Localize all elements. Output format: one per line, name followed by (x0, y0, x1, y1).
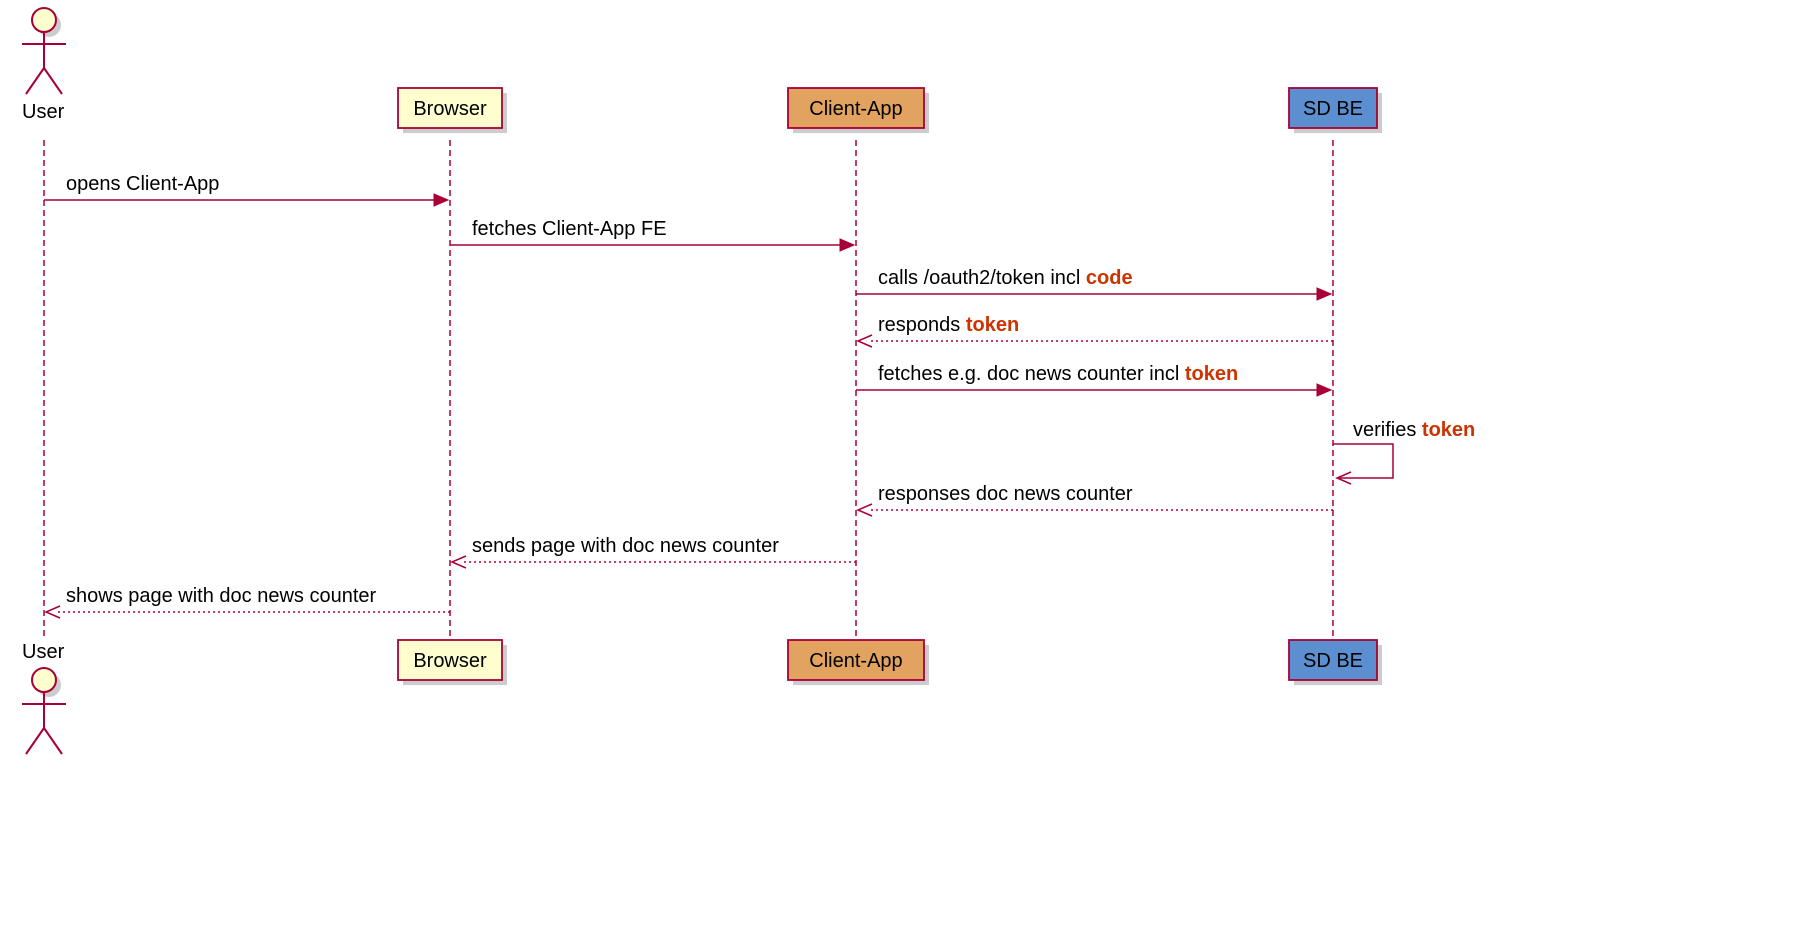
participant-browser-top: Browser (398, 88, 507, 133)
participant-clientapp-top-label: Client-App (809, 98, 902, 120)
sequence-diagram: User Browser Client-App SD BE Browser Client-… (0, 0, 1500, 783)
message-label: responses doc news counter (878, 483, 1133, 505)
message-label: fetches Client-App FE (472, 218, 667, 240)
message-label: verifies token (1353, 419, 1475, 441)
participant-browser-bottom-label: Browser (413, 650, 487, 672)
message-label: fetches e.g. doc news counter incl token (878, 363, 1238, 385)
message-5 (1333, 444, 1393, 478)
message-label: calls /oauth2/token incl code (878, 267, 1133, 289)
participant-sdbe-top-label: SD BE (1303, 98, 1363, 120)
participant-browser-bottom: Browser (398, 640, 507, 685)
participant-sdbe-bottom: SD BE (1289, 640, 1382, 685)
actor-user-bottom: User (22, 641, 66, 754)
participant-clientapp-top: Client-App (788, 88, 929, 133)
participant-clientapp-bottom: Client-App (788, 640, 929, 685)
message-label: shows page with doc news counter (66, 585, 377, 607)
actor-user-top-label: User (22, 101, 65, 123)
participant-sdbe-bottom-label: SD BE (1303, 650, 1363, 672)
actor-user-bottom-label: User (22, 641, 65, 663)
message-label: responds token (878, 314, 1019, 336)
message-label: sends page with doc news counter (472, 535, 779, 557)
actor-user-top: User (22, 8, 66, 123)
message-label: opens Client-App (66, 173, 219, 195)
participant-browser-top-label: Browser (413, 98, 487, 120)
participant-clientapp-bottom-label: Client-App (809, 650, 902, 672)
participant-sdbe-top: SD BE (1289, 88, 1382, 133)
